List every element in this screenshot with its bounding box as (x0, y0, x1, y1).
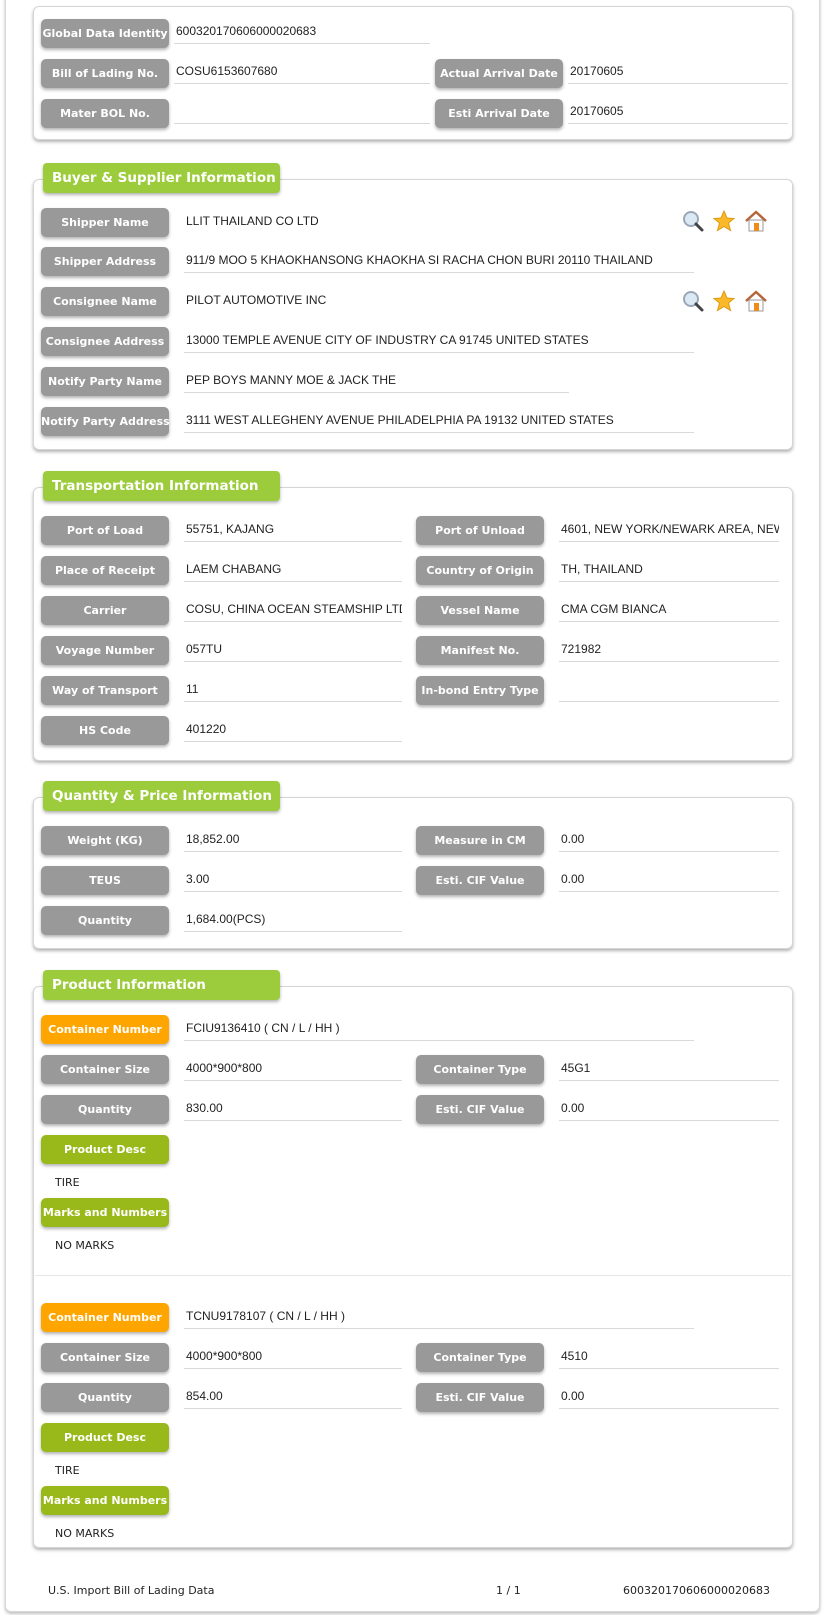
port-of-unload-label: Port of Unload (416, 516, 544, 545)
bill-of-lading-value: COSU6153607680 (174, 62, 430, 84)
product-desc-label: Product Desc (41, 1423, 169, 1452)
container-cif-value: 0.00 (559, 1099, 779, 1121)
product-title: Product Information (43, 970, 280, 1000)
country-of-origin-value: TH, THAILAND (559, 560, 779, 582)
notify-party-name-value: PEP BOYS MANNY MOE & JACK THE (184, 371, 569, 393)
consignee-name-label: Consignee Name (41, 287, 169, 316)
marks-numbers-value: NO MARKS (55, 1239, 115, 1252)
bill-of-lading-label: Bill of Lading No. (41, 59, 169, 88)
weight-label: Weight (KG) (41, 826, 169, 855)
shipper-name-value: LLIT THAILAND CO LTD (186, 214, 319, 228)
container-type-value: 4510 (559, 1347, 779, 1369)
container-number-label: Container Number (41, 1015, 169, 1044)
teus-value: 3.00 (184, 870, 402, 892)
port-of-unload-value: 4601, NEW YORK/NEWARK AREA, NEWARK, NEW … (559, 520, 779, 542)
esti-cif-value: 0.00 (559, 870, 779, 892)
notify-party-name-label: Notify Party Name (41, 367, 169, 396)
container-type-label: Container Type (416, 1343, 544, 1372)
actual-arrival-date-label: Actual Arrival Date (435, 59, 563, 88)
home-icon[interactable] (744, 209, 768, 233)
container-cif-label: Esti. CIF Value (416, 1095, 544, 1124)
container-quantity-label: Quantity (41, 1095, 169, 1124)
quantity-label: Quantity (41, 906, 169, 935)
shipper-address-value: 911/9 MOO 5 KHAOKHANSONG KHAOKHA SI RACH… (184, 251, 694, 273)
shipper-address-label: Shipper Address (41, 247, 169, 276)
global-data-identity-label: Global Data Identity (41, 19, 169, 48)
container-size-label: Container Size (41, 1343, 169, 1372)
product-desc-label: Product Desc (41, 1135, 169, 1164)
quantity-value: 1,684.00(PCS) (184, 910, 402, 932)
voyage-number-label: Voyage Number (41, 636, 169, 665)
container-number-value: FCIU9136410 ( CN / L / HH ) (184, 1019, 694, 1041)
way-of-transport-value: 11 (184, 680, 402, 702)
notify-party-address-value: 3111 WEST ALLEGHENY AVENUE PHILADELPHIA … (184, 411, 694, 433)
container-quantity-value: 830.00 (184, 1099, 402, 1121)
container-size-value: 4000*900*800 (184, 1059, 402, 1081)
manifest-no-value: 721982 (559, 640, 779, 662)
port-of-load-value: 55751, KAJANG (184, 520, 402, 542)
weight-value: 18,852.00 (184, 830, 402, 852)
carrier-label: Carrier (41, 596, 169, 625)
container-size-value: 4000*900*800 (184, 1347, 402, 1369)
voyage-number-value: 057TU (184, 640, 402, 662)
shipper-name-label: Shipper Name (41, 208, 169, 237)
consignee-address-value: 13000 TEMPLE AVENUE CITY OF INDUSTRY CA … (184, 331, 694, 353)
consignee-address-label: Consignee Address (41, 327, 169, 356)
country-of-origin-label: Country of Origin (416, 556, 544, 585)
esti-arrival-date-value: 20170605 (568, 102, 788, 124)
way-of-transport-label: Way of Transport (41, 676, 169, 705)
esti-cif-value-label: Esti. CIF Value (416, 866, 544, 895)
hs-code-label: HS Code (41, 716, 169, 745)
container-number-value: TCNU9178107 ( CN / L / HH ) (184, 1307, 694, 1329)
quantity-price-title: Quantity & Price Information (43, 781, 280, 811)
measure-value: 0.00 (559, 830, 779, 852)
hs-code-value: 401220 (184, 720, 402, 742)
teus-label: TEUS (41, 866, 169, 895)
footer-record-id: 600320170606000020683 (623, 1584, 770, 1597)
mater-bol-label: Mater BOL No. (41, 99, 169, 128)
actual-arrival-date-value: 20170605 (568, 62, 788, 84)
measure-label: Measure in CM (416, 826, 544, 855)
container-quantity-value: 854.00 (184, 1387, 402, 1409)
product-desc-value: TIRE (55, 1176, 80, 1189)
carrier-value: COSU, CHINA OCEAN STEAMSHIP LTD (184, 600, 402, 622)
container-divider (35, 1275, 791, 1276)
container-size-label: Container Size (41, 1055, 169, 1084)
inbond-entry-type-value (559, 680, 779, 702)
search-icon[interactable] (681, 209, 705, 233)
container-type-value: 45G1 (559, 1059, 779, 1081)
vessel-name-label: Vessel Name (416, 596, 544, 625)
esti-arrival-date-label: Esti Arrival Date (435, 99, 563, 128)
container-number-label: Container Number (41, 1303, 169, 1332)
place-of-receipt-label: Place of Receipt (41, 556, 169, 585)
marks-numbers-value: NO MARKS (55, 1527, 115, 1540)
home-icon[interactable] (744, 289, 768, 313)
marks-numbers-label: Marks and Numbers (41, 1486, 169, 1515)
buyer-supplier-title: Buyer & Supplier Information (43, 163, 280, 193)
global-data-identity-value: 600320170606000020683 (174, 22, 430, 44)
consignee-name-value: PILOT AUTOMOTIVE INC (186, 293, 327, 307)
container-cif-value: 0.00 (559, 1387, 779, 1409)
container-type-label: Container Type (416, 1055, 544, 1084)
manifest-no-label: Manifest No. (416, 636, 544, 665)
footer-source: U.S. Import Bill of Lading Data (48, 1584, 215, 1597)
footer-page-number: 1 / 1 (496, 1584, 521, 1597)
mater-bol-value (174, 102, 430, 124)
inbond-entry-type-label: In-bond Entry Type (416, 676, 544, 705)
star-icon[interactable] (712, 209, 736, 233)
product-desc-value: TIRE (55, 1464, 80, 1477)
marks-numbers-label: Marks and Numbers (41, 1198, 169, 1227)
port-of-load-label: Port of Load (41, 516, 169, 545)
place-of-receipt-value: LAEM CHABANG (184, 560, 402, 582)
search-icon[interactable] (681, 289, 705, 313)
container-quantity-label: Quantity (41, 1383, 169, 1412)
transportation-title: Transportation Information (43, 471, 280, 501)
notify-party-address-label: Notify Party Address (41, 407, 169, 436)
star-icon[interactable] (712, 289, 736, 313)
container-cif-label: Esti. CIF Value (416, 1383, 544, 1412)
vessel-name-value: CMA CGM BIANCA (559, 600, 779, 622)
